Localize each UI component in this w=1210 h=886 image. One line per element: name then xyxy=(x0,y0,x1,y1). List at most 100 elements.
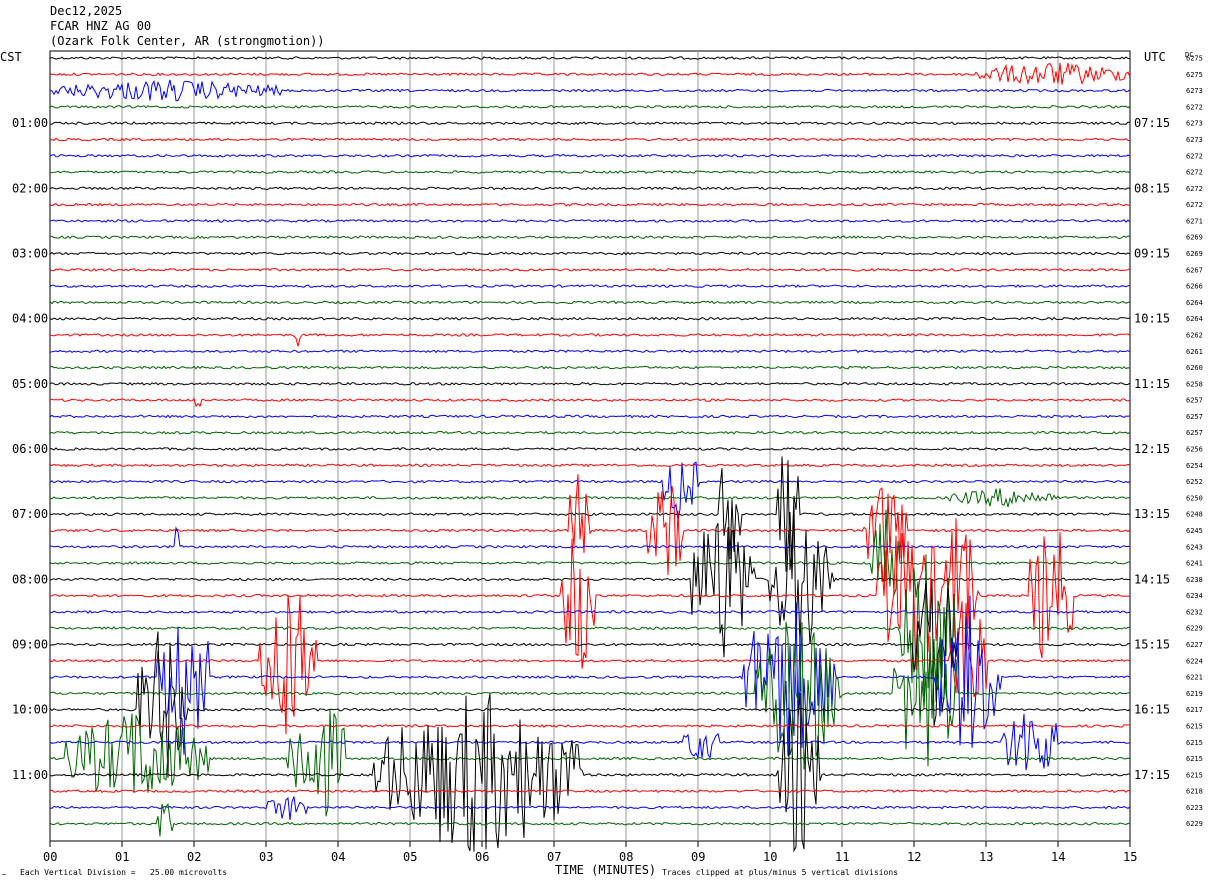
dc-offset-label: 6257 xyxy=(1186,429,1203,437)
traces xyxy=(49,56,1131,853)
dc-offset-label: 6264 xyxy=(1186,299,1203,307)
x-tick-label: 13 xyxy=(979,850,993,864)
trace-line xyxy=(49,796,1131,820)
x-tick-label: 06 xyxy=(475,850,489,864)
left-hour-label: 06:00 xyxy=(12,442,48,456)
dc-offset-label: 6223 xyxy=(1186,804,1203,812)
left-hour-label: 03:00 xyxy=(12,247,48,261)
dc-offset-label: 6258 xyxy=(1186,380,1203,388)
x-tick-label: 05 xyxy=(403,850,417,864)
dc-title: DC xyxy=(1185,51,1193,59)
x-tick-label: 00 xyxy=(43,850,57,864)
trace-line xyxy=(49,56,1131,60)
right-hour-label: 07:15 xyxy=(1134,116,1170,130)
left-hour-label: 04:00 xyxy=(12,312,48,326)
trace-line xyxy=(49,365,1131,370)
dc-offset-label: 6229 xyxy=(1186,820,1203,828)
dc-offset-label: 6273 xyxy=(1186,87,1203,95)
trace-line xyxy=(49,509,1131,596)
right-hour-label: 12:15 xyxy=(1134,442,1170,456)
trace-line xyxy=(49,267,1131,272)
trace-line xyxy=(49,219,1131,223)
dc-offset-label: 6254 xyxy=(1186,462,1203,470)
trace-line xyxy=(49,456,1131,572)
left-hour-label: 08:00 xyxy=(12,572,48,586)
trace-line xyxy=(49,79,1131,102)
trace-line xyxy=(49,137,1131,142)
left-hour-label: 01:00 xyxy=(12,116,48,130)
left-hour-label: 05:00 xyxy=(12,377,48,391)
trace-line xyxy=(49,474,1131,580)
trace-line xyxy=(49,153,1131,158)
dc-offset-label: 6215 xyxy=(1186,722,1203,730)
x-tick-label: 12 xyxy=(907,850,921,864)
corner-mark: ~ xyxy=(2,871,6,879)
helicorder-chart: 00 01 02 03 04 05 06 07 08 09 10 11 12 13 14 1562756275… xyxy=(0,50,1203,879)
right-hour-label: 15:15 xyxy=(1134,638,1170,652)
x-tick-label: 04 xyxy=(331,850,345,864)
right-hour-label: 10:15 xyxy=(1134,312,1170,326)
dc-offset-label: 6257 xyxy=(1186,397,1203,405)
trace-line xyxy=(49,170,1131,174)
trace-line xyxy=(49,235,1131,240)
dc-offset-label: 6215 xyxy=(1186,739,1203,747)
dc-offset-label: 6260 xyxy=(1186,364,1203,372)
trace-line xyxy=(49,186,1131,191)
trace-line xyxy=(49,381,1131,386)
dc-offset-label: 6269 xyxy=(1186,250,1203,258)
dc-offset-label: 6252 xyxy=(1186,478,1203,486)
x-tick-label: 11 xyxy=(835,850,849,864)
left-hour-label: 02:00 xyxy=(12,181,48,195)
dc-offset-label: 6269 xyxy=(1186,234,1203,242)
x-tick-label: 10 xyxy=(763,850,777,864)
right-hour-label: 11:15 xyxy=(1134,377,1170,391)
trace-line xyxy=(49,284,1131,289)
dc-offset-label: 6238 xyxy=(1186,576,1203,584)
dc-offset-label: 6250 xyxy=(1186,494,1203,502)
trace-line xyxy=(49,461,1131,521)
dc-offset-label: 6261 xyxy=(1186,348,1203,356)
dc-offset-label: 6271 xyxy=(1186,217,1203,225)
left-hour-label: 07:00 xyxy=(12,507,48,521)
trace-line xyxy=(49,430,1131,435)
scale-note: Each Vertical Division = 25.00 microvolt… xyxy=(20,868,227,877)
right-hour-label: 16:15 xyxy=(1134,703,1170,717)
clip-note: Traces clipped at plus/minus 5 vertical … xyxy=(662,868,898,877)
trace-line xyxy=(49,692,1130,853)
dc-offset-label: 6272 xyxy=(1186,185,1203,193)
right-axis-title: UTC xyxy=(1144,50,1166,64)
x-axis-title: TIME (MINUTES) xyxy=(555,863,656,877)
trace-line xyxy=(49,554,1131,702)
trace-line xyxy=(49,414,1131,419)
right-hour-label: 13:15 xyxy=(1134,507,1170,521)
trace-line xyxy=(49,463,1131,468)
right-hour-label: 14:15 xyxy=(1134,572,1170,586)
dc-offset-label: 6218 xyxy=(1186,788,1203,796)
dc-offset-label: 6229 xyxy=(1186,625,1203,633)
right-hour-label: 17:15 xyxy=(1134,768,1170,782)
dc-offset-label: 6221 xyxy=(1186,674,1203,682)
dc-offset-label: 6241 xyxy=(1186,560,1203,568)
dc-offset-label: 6257 xyxy=(1186,413,1203,421)
dc-offset-label: 6256 xyxy=(1186,446,1203,454)
trace-line xyxy=(49,447,1131,451)
dc-offset-label: 6234 xyxy=(1186,592,1203,600)
right-hour-label: 08:15 xyxy=(1134,181,1170,195)
dc-offset-label: 6217 xyxy=(1186,706,1203,714)
dc-offset-label: 6275 xyxy=(1186,71,1203,79)
trace-line xyxy=(49,724,1130,728)
dc-offset-label: 6272 xyxy=(1186,152,1203,160)
dc-offset-label: 6272 xyxy=(1186,169,1203,177)
left-hour-label: 10:00 xyxy=(12,703,48,717)
left-hour-label: 11:00 xyxy=(12,768,48,782)
trace-line xyxy=(49,202,1131,207)
dc-offset-label: 6215 xyxy=(1186,771,1203,779)
dc-offset-label: 6224 xyxy=(1186,657,1203,665)
dc-offset-label: 6273 xyxy=(1186,120,1203,128)
trace-line xyxy=(49,789,1131,793)
dc-offset-label: 6245 xyxy=(1186,527,1203,535)
x-tick-label: 08 xyxy=(619,850,633,864)
dc-offset-label: 6273 xyxy=(1186,136,1203,144)
dc-offset-label: 6243 xyxy=(1186,543,1203,551)
trace-line xyxy=(49,397,1131,408)
